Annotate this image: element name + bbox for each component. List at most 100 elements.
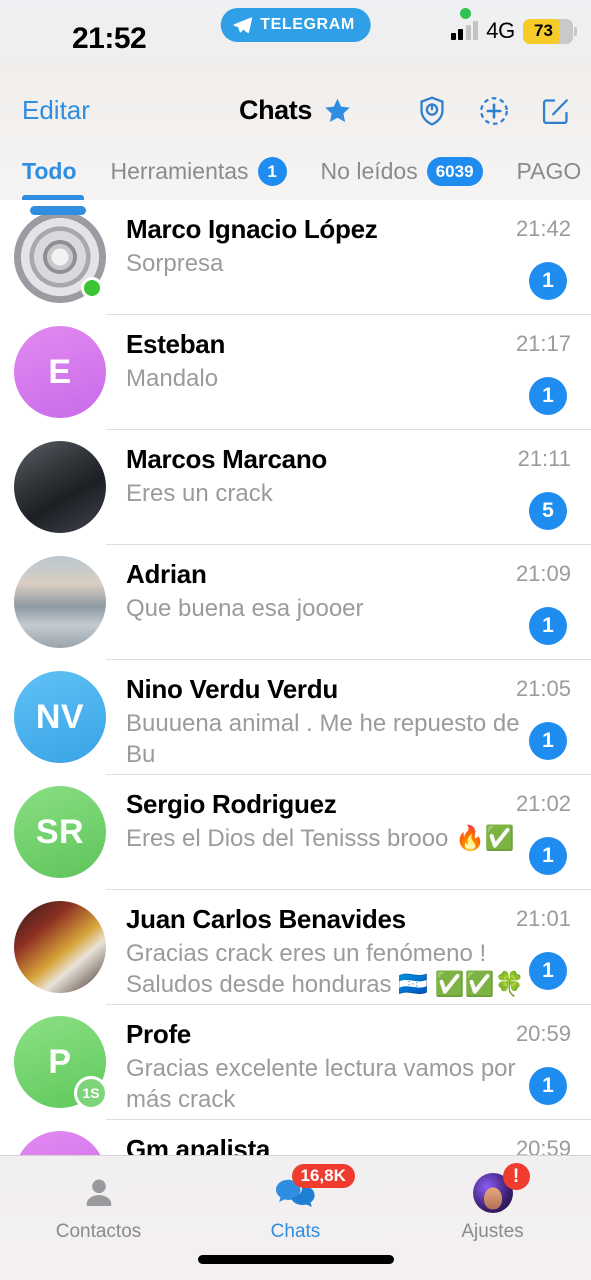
avatar[interactable] <box>14 556 106 648</box>
tab-label: Contactos <box>55 1221 142 1242</box>
chat-preview: Eres el Dios del Tenisss brooo 🔥✅ <box>126 825 515 853</box>
chat-row-adrian[interactable]: Adrian Que buena esa joooer 21:09 1 <box>0 545 591 660</box>
telegram-pill-label: TELEGRAM <box>260 16 355 33</box>
chat-row-profe[interactable]: P 1S Profe Gracias excelente lectura vam… <box>0 1005 591 1120</box>
chat-time: 21:09 <box>515 561 571 586</box>
chat-row-nino-verdu-verdu[interactable]: NV Nino Verdu Verdu Buuuena animal . Me … <box>0 660 591 775</box>
chat-row-sergio-rodriguez[interactable]: SR Sergio Rodriguez Eres el Dios del Ten… <box>0 775 591 890</box>
filter-label: Herramientas <box>110 158 249 184</box>
filter-badge: 6039 <box>426 157 483 186</box>
filter-label: PAGO <box>516 158 582 184</box>
star-icon <box>324 98 350 122</box>
avatar[interactable]: NV <box>14 671 106 763</box>
add-story-icon[interactable] <box>477 94 511 128</box>
avatar[interactable]: SR <box>14 786 106 878</box>
chat-preview: Que buena esa joooer <box>126 595 364 623</box>
tab-ajustes[interactable]: ! Ajustes <box>394 1163 591 1243</box>
tab-label: Chats <box>270 1221 321 1242</box>
nav-title-group: Chats <box>239 95 352 126</box>
bottom-tab-bar: Contactos 16,8K Chats ! Ajustes <box>0 1155 591 1280</box>
glyph-wrap: ! <box>472 1163 530 1216</box>
filter-tab-todo[interactable]: Todo <box>22 158 77 185</box>
chat-time: 21:11 <box>517 446 571 471</box>
avatar-initials: E <box>14 326 106 418</box>
chat-time: 21:42 <box>515 216 571 241</box>
chat-content: Nino Verdu Verdu Buuuena animal . Me he … <box>106 660 591 775</box>
unread-badge: 1 <box>529 607 567 645</box>
avatar[interactable] <box>14 441 106 533</box>
chat-time: 21:17 <box>515 331 571 356</box>
home-indicator <box>197 1255 394 1264</box>
status-right-group: 4G 73 <box>450 18 577 44</box>
chat-time: 21:05 <box>515 676 571 701</box>
chats-unread-badge: 16,8K <box>291 1164 355 1188</box>
avatar-initials: SR <box>14 786 106 878</box>
avatar[interactable] <box>14 901 106 993</box>
glyph-wrap <box>78 1170 120 1216</box>
network-type-label: 4G <box>486 18 515 43</box>
avatar[interactable]: P 1S <box>14 1016 108 1110</box>
chat-content: Esteban Mandalo 21:17 1 <box>106 315 591 430</box>
chat-row-marcos-marcano[interactable]: Marcos Marcano Eres un crack 21:11 5 <box>0 430 591 545</box>
navigation-bar: Editar Chats <box>0 78 591 143</box>
story-count-badge: 1S <box>74 1076 108 1110</box>
status-bar: 21:52 TELEGRAM 4G 73 <box>0 0 591 78</box>
battery-percent: 73 <box>534 21 553 40</box>
avatar[interactable] <box>14 206 106 303</box>
chat-time: 21:01 <box>515 906 571 931</box>
chat-preview: Gracias excelente lectura vamos por más … <box>126 1055 516 1113</box>
chat-content: Marcos Marcano Eres un crack 21:11 5 <box>106 430 591 545</box>
chat-row-esteban[interactable]: E Esteban Mandalo 21:17 1 <box>0 315 591 430</box>
chat-content: Gm analista 20:59 <box>106 1120 591 1155</box>
avatar-image-person <box>14 441 106 533</box>
chat-row-juan-carlos-benavides[interactable]: Juan Carlos Benavides Gracias crack eres… <box>0 890 591 1005</box>
tab-chats[interactable]: 16,8K Chats <box>197 1164 394 1243</box>
chat-filter-tabs: Todo Herramientas 1 No leídos 6039 PAGO <box>0 143 591 200</box>
contacts-icon <box>86 1179 111 1206</box>
chat-content: Adrian Que buena esa joooer 21:09 1 <box>106 545 591 660</box>
tab-label: Ajustes <box>461 1221 524 1242</box>
glyph-wrap: 16,8K <box>274 1164 355 1216</box>
telegram-recording-pill[interactable]: TELEGRAM <box>220 8 371 42</box>
chat-preview: Sorpresa <box>126 250 224 278</box>
battery-icon: 73 <box>523 18 577 44</box>
filter-badge: 1 <box>257 157 287 186</box>
chat-preview: Gracias crack eres un fenómeno ! Saludos… <box>126 940 525 998</box>
chat-time: 20:59 <box>515 1136 571 1155</box>
unread-badge: 1 <box>529 952 567 990</box>
chat-content: Marco Ignacio López Sorpresa 21:42 1 <box>106 200 591 315</box>
settings-alert-badge: ! <box>502 1163 530 1190</box>
edit-button[interactable]: Editar <box>22 95 90 126</box>
filter-label: Todo <box>22 158 77 184</box>
chat-row-marco-ignacio-lopez[interactable]: Marco Ignacio López Sorpresa 21:42 1 <box>0 200 591 315</box>
filter-label: No leídos <box>320 158 418 184</box>
avatar[interactable]: E <box>14 326 106 418</box>
filter-tab-no-leidos[interactable]: No leídos 6039 <box>321 157 483 186</box>
online-status-dot <box>81 277 103 299</box>
telegram-chats-screen: 21:52 TELEGRAM 4G 73 Editar Chats Todo H… <box>0 0 591 1280</box>
unread-badge: 1 <box>529 1067 567 1105</box>
avatar-image-beach <box>14 556 106 648</box>
chat-content: Profe Gracias excelente lectura vamos po… <box>106 1005 591 1120</box>
chat-preview: Buuuena animal . Me he repuesto de Bu <box>126 710 520 768</box>
story-ring-indicator <box>30 206 86 215</box>
unread-badge: 5 <box>529 492 567 530</box>
unread-badge: 1 <box>529 722 567 760</box>
compose-icon[interactable] <box>539 94 573 128</box>
chat-list[interactable]: Marco Ignacio López Sorpresa 21:42 1 E E… <box>0 200 591 1155</box>
filter-tab-herramientas[interactable]: Herramientas 1 <box>111 157 287 186</box>
nav-actions <box>415 94 573 128</box>
chat-time: 21:02 <box>515 791 571 816</box>
tab-contactos[interactable]: Contactos <box>0 1170 197 1243</box>
unread-badge: 1 <box>529 262 567 300</box>
chat-row-gm-analista[interactable]: Gm analista 20:59 <box>0 1120 591 1155</box>
telegram-plane-icon <box>232 17 252 33</box>
unread-badge: 1 <box>529 377 567 415</box>
filter-tab-pago[interactable]: PAGO <box>517 158 582 185</box>
chat-content: Sergio Rodriguez Eres el Dios del Teniss… <box>106 775 591 890</box>
shield-power-icon[interactable] <box>415 94 449 128</box>
chat-preview: Eres un crack <box>126 480 273 508</box>
page-title: Chats <box>238 95 313 125</box>
avatar[interactable] <box>14 1131 106 1155</box>
chat-preview: Mandalo <box>126 365 219 393</box>
